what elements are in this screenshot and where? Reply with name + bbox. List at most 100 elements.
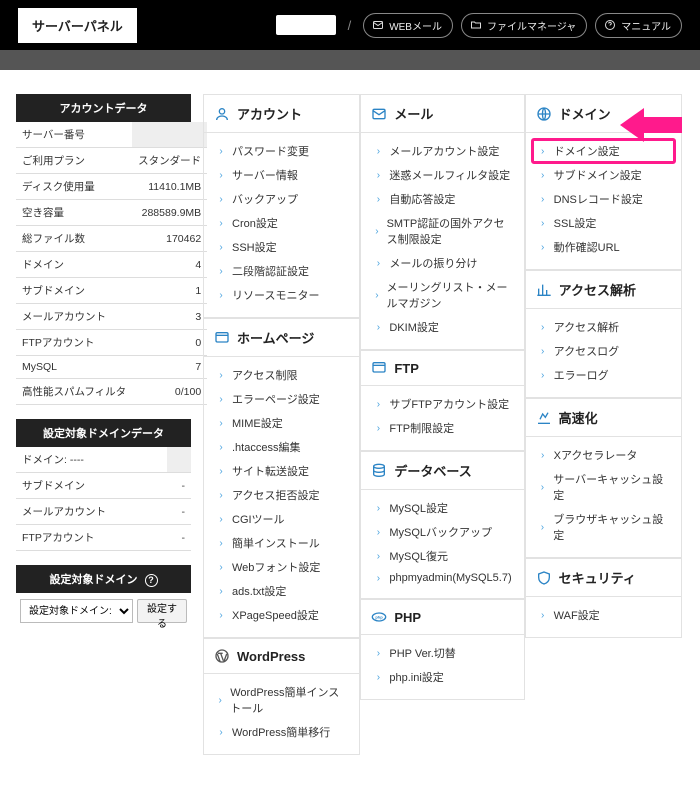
link-label: Webフォント設定 [232, 559, 320, 575]
panel-head-wordpress: WordPress [204, 639, 359, 674]
chevron-right-icon: › [216, 370, 226, 381]
link-homepage-8[interactable]: ›Webフォント設定 [210, 555, 353, 579]
panel-title-ftp: FTP [394, 361, 419, 376]
link-domain-3[interactable]: ›SSL設定 [532, 211, 675, 235]
chevron-right-icon: › [373, 648, 383, 659]
panel-body-db: ›MySQL設定›MySQLバックアップ›MySQL復元›phpmyadmin(… [361, 490, 523, 598]
panel-head-php: phpPHP [361, 600, 523, 635]
link-label: MySQL設定 [389, 500, 448, 516]
link-label: WAF設定 [554, 607, 600, 623]
help-icon[interactable]: ? [145, 574, 158, 587]
link-label: phpmyadmin(MySQL5.7) [389, 572, 511, 584]
link-speed-2[interactable]: ›ブラウザキャッシュ設定 [532, 507, 675, 547]
link-homepage-10[interactable]: ›XPageSpeed設定 [210, 603, 353, 627]
link-mail-1[interactable]: ›迷惑メールフィルタ設定 [367, 163, 517, 187]
link-label: WordPress簡単移行 [232, 724, 330, 740]
link-domain-4[interactable]: › 動作確認URL [532, 235, 675, 259]
link-label: サーバー情報 [232, 167, 298, 183]
account-row-value: 3 [132, 304, 207, 330]
link-domain-1[interactable]: ›サブドメイン設定 [532, 163, 675, 187]
link-homepage-3[interactable]: ›.htaccess編集 [210, 435, 353, 459]
link-mail-3[interactable]: ›SMTP認証の国外アクセス制限設定 [367, 211, 517, 251]
account-row: 空き容量288589.9MB [16, 200, 207, 226]
link-account-6[interactable]: ›リソースモニター [210, 283, 353, 307]
chevron-right-icon: › [538, 146, 548, 157]
link-mail-0[interactable]: ›メールアカウント設定 [367, 139, 517, 163]
link-homepage-2[interactable]: ›MIME設定 [210, 411, 353, 435]
link-label: 簡単インストール [232, 535, 320, 551]
chevron-right-icon: › [538, 242, 548, 253]
link-label: メーリングリスト・メールマガジン [386, 279, 511, 311]
manual-link[interactable]: マニュアル [595, 13, 682, 38]
link-security-0[interactable]: ›WAF設定 [532, 603, 675, 627]
link-access-2[interactable]: ›エラーログ [532, 363, 675, 387]
link-db-2[interactable]: ›MySQL復元 [367, 544, 517, 568]
link-mail-4[interactable]: ›メールの振り分け [367, 251, 517, 275]
link-homepage-6[interactable]: ›CGIツール [210, 507, 353, 531]
chevron-right-icon: › [373, 258, 383, 269]
link-wordpress-0[interactable]: ›WordPress簡単インストール [210, 680, 353, 720]
link-mail-6[interactable]: ›DKIM設定 [367, 315, 517, 339]
panel-head-domain: ドメイン [526, 95, 681, 133]
account-row-value: 288589.9MB [132, 200, 207, 226]
link-domain-0[interactable]: ›ドメイン設定 [532, 139, 675, 163]
account-row: 高性能スパムフィルタ0/100 [16, 379, 207, 405]
link-label: CGIツール [232, 511, 285, 527]
link-homepage-4[interactable]: ›サイト転送設定 [210, 459, 353, 483]
link-label: ブラウザキャッシュ設定 [553, 511, 669, 543]
chevron-right-icon: › [216, 146, 226, 157]
link-account-1[interactable]: ›サーバー情報 [210, 163, 353, 187]
account-row-label: メールアカウント [16, 304, 132, 330]
panel-body-wordpress: ›WordPress簡単インストール›WordPress簡単移行 [204, 674, 359, 754]
panel-title-homepage: ホームページ [237, 328, 314, 347]
account-row: サーバー番号 [16, 122, 207, 148]
link-label: サーバーキャッシュ設定 [553, 471, 669, 503]
link-access-0[interactable]: ›アクセス解析 [532, 315, 675, 339]
link-account-0[interactable]: ›パスワード変更 [210, 139, 353, 163]
link-mail-2[interactable]: ›自動応答設定 [367, 187, 517, 211]
link-access-1[interactable]: ›アクセスログ [532, 339, 675, 363]
link-db-3[interactable]: ›phpmyadmin(MySQL5.7) [367, 568, 517, 588]
chevron-right-icon: › [216, 242, 226, 253]
chevron-right-icon: › [216, 218, 226, 229]
mail-icon [371, 106, 387, 122]
target-domain-set-button[interactable]: 設定する [137, 599, 187, 623]
target-row-value [167, 447, 191, 473]
link-domain-2[interactable]: ›DNSレコード設定 [532, 187, 675, 211]
link-label: サイト転送設定 [232, 463, 309, 479]
link-account-4[interactable]: ›SSH設定 [210, 235, 353, 259]
chevron-right-icon: › [373, 146, 383, 157]
link-speed-1[interactable]: ›サーバーキャッシュ設定 [532, 467, 675, 507]
link-account-3[interactable]: ›Cron設定 [210, 211, 353, 235]
link-homepage-0[interactable]: ›アクセス制限 [210, 363, 353, 387]
link-label: MIME設定 [232, 415, 283, 431]
link-ftp-1[interactable]: ›FTP制限設定 [367, 416, 517, 440]
link-homepage-7[interactable]: ›簡単インストール [210, 531, 353, 555]
link-speed-0[interactable]: ›Xアクセラレータ [532, 443, 675, 467]
link-account-2[interactable]: ›バックアップ [210, 187, 353, 211]
panel-speed: 高速化 ›Xアクセラレータ›サーバーキャッシュ設定›ブラウザキャッシュ設定 [525, 398, 682, 558]
link-mail-5[interactable]: ›メーリングリスト・メールマガジン [367, 275, 517, 315]
link-homepage-1[interactable]: ›エラーページ設定 [210, 387, 353, 411]
link-db-0[interactable]: ›MySQL設定 [367, 496, 517, 520]
link-label: 動作確認URL [554, 239, 620, 255]
target-domain-select[interactable]: 設定対象ドメイン: [20, 599, 133, 623]
panel-head-security: セキュリティ [526, 559, 681, 597]
help-icon [604, 19, 616, 31]
link-ftp-0[interactable]: ›サブFTPアカウント設定 [367, 392, 517, 416]
panel-head-speed: 高速化 [526, 399, 681, 437]
target-row-label: FTPアカウント [16, 525, 167, 551]
account-row: MySQL7 [16, 356, 207, 379]
link-db-1[interactable]: ›MySQLバックアップ [367, 520, 517, 544]
link-homepage-5[interactable]: ›アクセス拒否設定 [210, 483, 353, 507]
filemanager-link[interactable]: ファイルマネージャ [461, 13, 587, 38]
link-wordpress-1[interactable]: ›WordPress簡単移行 [210, 720, 353, 744]
link-homepage-9[interactable]: ›ads.txt設定 [210, 579, 353, 603]
target-domain-data-head: 設定対象ドメインデータ [16, 419, 191, 447]
webmail-link[interactable]: WEBメール [363, 13, 453, 38]
link-account-5[interactable]: ›二段階認証設定 [210, 259, 353, 283]
target-row-label: サブドメイン [16, 473, 167, 499]
account-row-value: 0 [132, 330, 207, 356]
link-php-1[interactable]: ›php.ini設定 [367, 665, 517, 689]
account-row-value: 7 [132, 356, 207, 379]
